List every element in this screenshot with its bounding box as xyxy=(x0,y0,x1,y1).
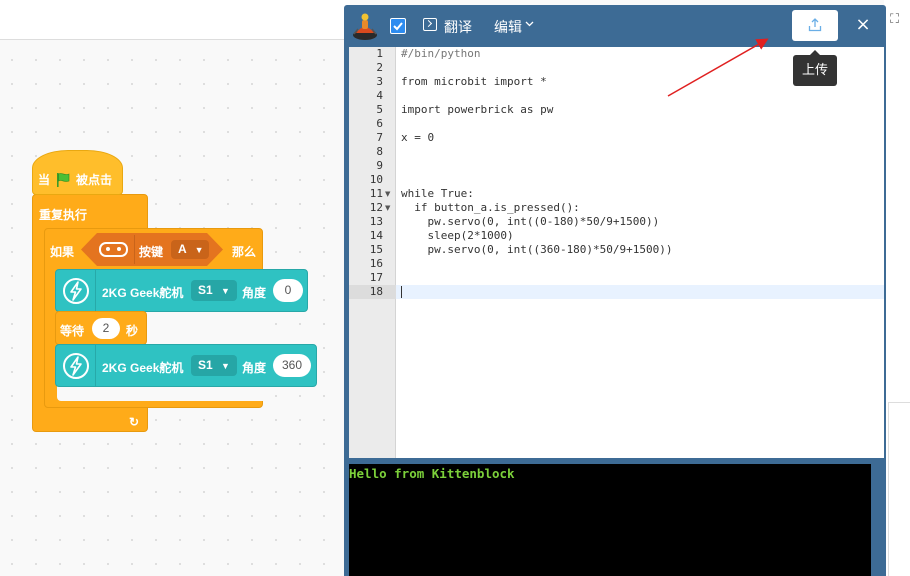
close-button[interactable]: × xyxy=(852,14,874,36)
code-line: #/bin/python xyxy=(401,47,481,60)
line-number: 8 xyxy=(376,145,383,158)
line-number: 9 xyxy=(376,159,383,172)
green-flag-icon xyxy=(57,172,70,187)
servo-block-2[interactable]: 2KG Geek舵机 S1 ▼ 角度 360 xyxy=(55,344,317,387)
button-key-label: 按键 xyxy=(139,245,164,259)
sprite-panel-edge xyxy=(888,402,910,576)
button-select[interactable]: A ▼ xyxy=(171,240,209,259)
servo-block-1[interactable]: 2KG Geek舵机 S1 ▼ 角度 0 xyxy=(55,269,308,312)
line-number: 14 xyxy=(369,229,383,242)
kittenblock-logo-icon xyxy=(353,13,377,40)
angle-input[interactable]: 0 xyxy=(273,279,303,302)
servo-extension-icon-wrap xyxy=(56,270,96,311)
lightning-icon xyxy=(63,353,89,379)
caret-down-icon: ▼ xyxy=(221,361,230,371)
servo-port-value: S1 xyxy=(198,358,213,372)
servo-extension-icon-wrap xyxy=(56,345,96,386)
code-line: pw.servo(0, int((360-180)*50/9+1500)) xyxy=(401,243,673,256)
when-flag-clicked-block[interactable]: 当 被点击 xyxy=(32,150,123,195)
code-editor[interactable]: 1 2 3 4 5 6 7 8 9 10 11 12 13 14 15 16 1… xyxy=(349,47,884,458)
line-number: 4 xyxy=(376,89,383,102)
console-output: Hello from Kittenblock xyxy=(349,466,515,481)
line-number: 16 xyxy=(369,257,383,270)
loop-arrow-icon: ↻ xyxy=(129,415,140,429)
upload-icon xyxy=(808,18,822,32)
workspace-toolbar xyxy=(0,0,350,40)
line-number: 11 xyxy=(369,187,383,200)
code-line: from microbit import * xyxy=(401,75,547,88)
line-number: 12 xyxy=(369,201,383,214)
active-line-highlight xyxy=(349,285,884,299)
code-line: x = 0 xyxy=(401,131,435,144)
line-number: 2 xyxy=(376,61,383,74)
caret-down-icon: ▼ xyxy=(194,245,204,255)
icon-separator xyxy=(134,235,135,264)
line-number: 6 xyxy=(376,117,383,130)
edit-menu[interactable]: 编辑 xyxy=(494,17,522,37)
code-line: pw.servo(0, int((0-180)*50/9+1500)) xyxy=(401,215,660,228)
mode-checkbox[interactable] xyxy=(390,18,406,34)
microbit-icon xyxy=(99,242,128,257)
editor-title-bar: 翻译 编辑 × xyxy=(344,5,886,47)
line-number: 7 xyxy=(376,131,383,144)
fold-toggle-icon[interactable]: ▼ xyxy=(385,187,390,201)
if-label: 如果 xyxy=(50,245,75,259)
fullscreen-icon[interactable]: ⛶ xyxy=(890,12,904,27)
line-number: 18 xyxy=(369,285,383,298)
serial-console[interactable]: Hello from Kittenblock xyxy=(349,464,871,576)
lightning-icon xyxy=(63,278,89,304)
forever-label: 重复执行 xyxy=(39,208,88,222)
line-number: 15 xyxy=(369,243,383,256)
then-label: 那么 xyxy=(232,245,257,259)
code-line: if button_a.is_pressed(): xyxy=(401,201,580,214)
translate-button[interactable]: 翻译 xyxy=(444,17,472,37)
servo-port-value: S1 xyxy=(198,283,213,297)
wait-label: 等待 xyxy=(60,324,85,338)
servo-port-select[interactable]: S1 ▼ xyxy=(191,355,237,376)
wait-seconds-input[interactable]: 2 xyxy=(92,318,120,339)
servo-label: 2KG Geek舵机 xyxy=(102,361,184,375)
code-line: import powerbrick as pw xyxy=(401,103,554,116)
angle-input[interactable]: 360 xyxy=(273,354,311,377)
wait-unit: 秒 xyxy=(126,324,139,338)
line-number: 13 xyxy=(369,215,383,228)
angle-label: 角度 xyxy=(242,361,267,375)
line-number: 3 xyxy=(376,75,383,88)
upload-button[interactable] xyxy=(792,10,838,41)
button-select-value: A xyxy=(178,242,187,256)
line-number: 5 xyxy=(376,103,383,116)
line-number: 1 xyxy=(376,47,383,60)
code-line: sleep(2*1000) xyxy=(401,229,514,242)
code-line: while True: xyxy=(401,187,474,200)
python-editor-window: 翻译 编辑 × 1 2 3 4 5 6 7 8 9 10 11 12 13 14… xyxy=(344,5,886,576)
upload-tooltip: 上传 xyxy=(793,50,837,86)
line-number: 10 xyxy=(369,173,383,186)
text-cursor xyxy=(401,286,402,298)
wait-block[interactable]: 等待 2 秒 xyxy=(55,311,147,345)
caret-down-icon: ▼ xyxy=(221,286,230,296)
hat-prefix: 当 xyxy=(38,173,51,187)
hat-suffix: 被点击 xyxy=(76,173,113,187)
terminal-icon[interactable] xyxy=(423,18,437,31)
chevron-down-icon[interactable] xyxy=(525,19,534,28)
servo-port-select[interactable]: S1 ▼ xyxy=(191,280,237,301)
servo-label: 2KG Geek舵机 xyxy=(102,286,184,300)
line-number: 17 xyxy=(369,271,383,284)
angle-label: 角度 xyxy=(242,286,267,300)
button-pressed-block[interactable]: 按键 A ▼ xyxy=(81,233,223,266)
fold-toggle-icon[interactable]: ▼ xyxy=(385,201,390,215)
checkmark-icon xyxy=(393,22,403,31)
